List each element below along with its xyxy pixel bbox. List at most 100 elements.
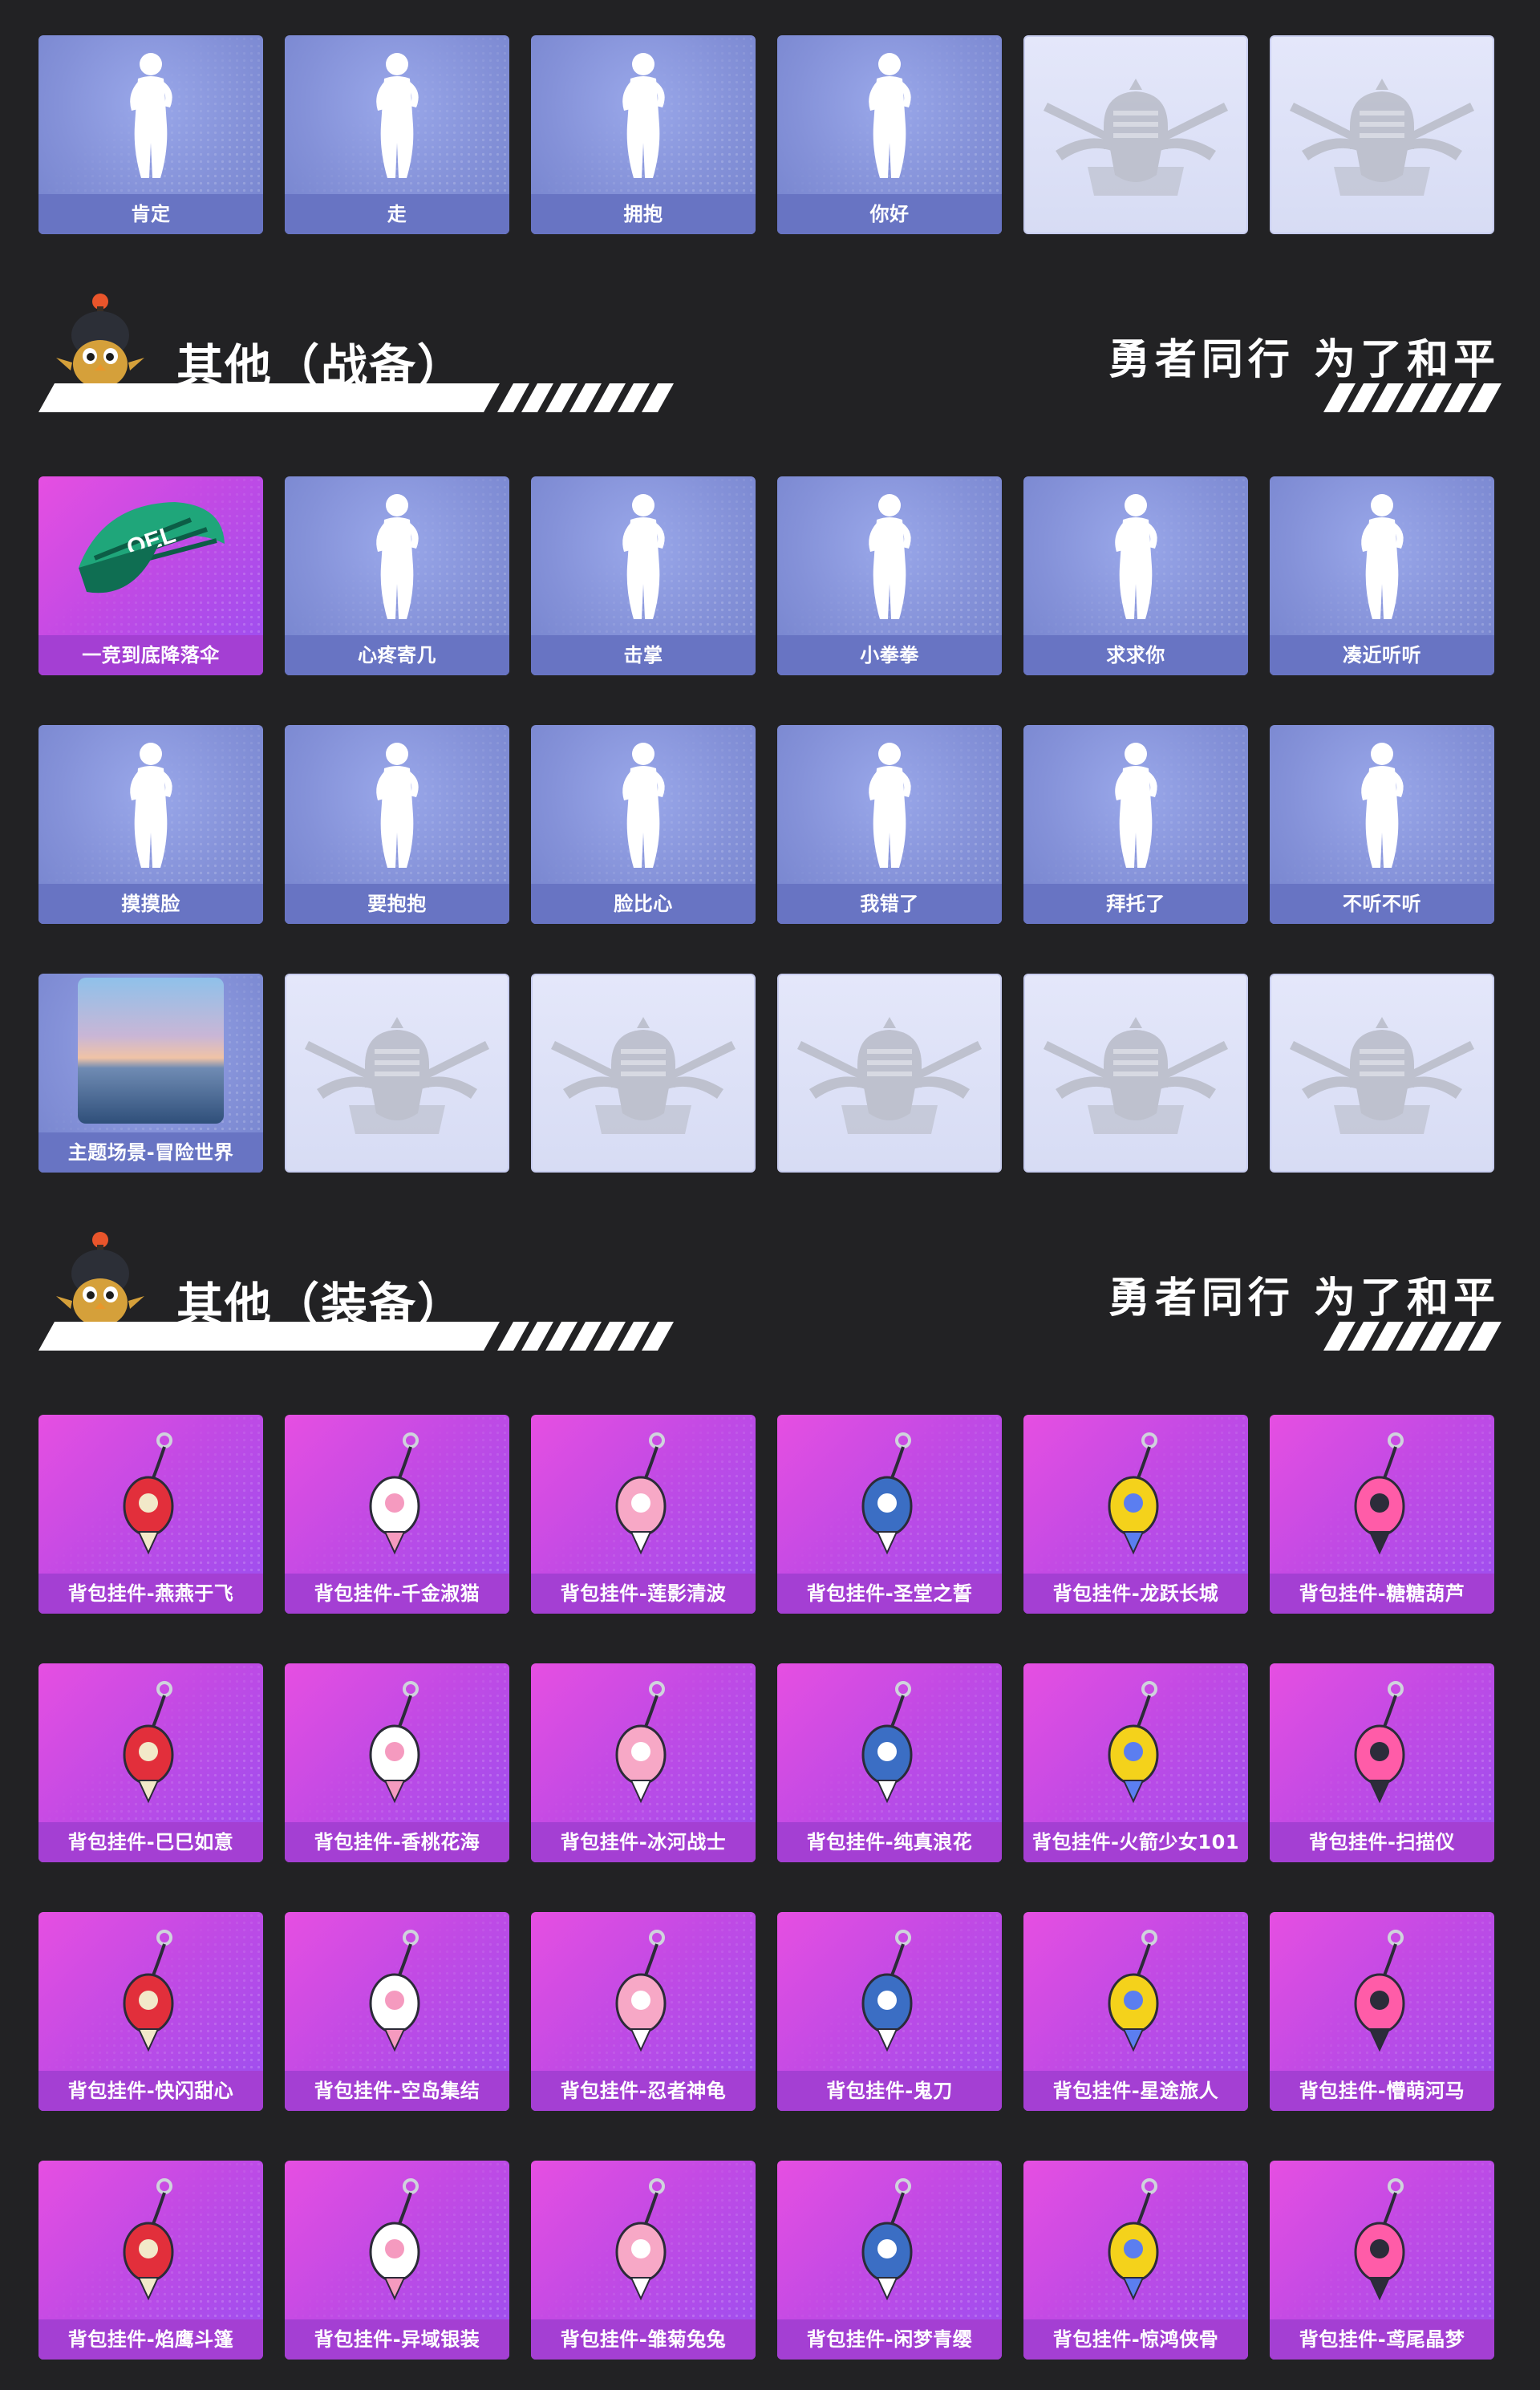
locked-item-card[interactable]	[777, 974, 1002, 1173]
item-label: 背包挂件-鬼刀	[777, 2071, 1002, 2111]
item-label: 背包挂件-惊鸿侠骨	[1023, 2319, 1248, 2360]
pendant-dragon-icon	[1023, 1415, 1248, 1574]
pendant-lotus-icon	[531, 1415, 756, 1574]
emote-sorry-icon	[777, 725, 1002, 884]
item-card[interactable]: 背包挂件-香桃花海	[285, 1663, 509, 1862]
locked-item-card[interactable]	[285, 974, 509, 1173]
item-label: 求求你	[1023, 635, 1248, 675]
item-card[interactable]: 拜托了	[1023, 725, 1248, 924]
item-label: 背包挂件-糖糖葫芦	[1270, 1574, 1494, 1614]
emote-go-pointing-icon	[285, 35, 509, 194]
item-card[interactable]: 背包挂件-异域银装	[285, 2161, 509, 2360]
locked-item-card[interactable]	[1270, 974, 1494, 1173]
item-card[interactable]: 脸比心	[531, 725, 756, 924]
item-label: 背包挂件-忍者神龟	[531, 2071, 756, 2111]
item-label: 背包挂件-巳巳如意	[38, 1822, 263, 1862]
locked-item-card[interactable]	[1023, 35, 1248, 234]
item-label: 背包挂件-闲梦青缨	[777, 2319, 1002, 2360]
pendant-lantern-icon	[1270, 2161, 1494, 2319]
item-card[interactable]: 主题场景-冒险世界	[38, 974, 263, 1173]
item-label: 摸摸脸	[38, 884, 263, 924]
pendant-shuriken-icon	[531, 1912, 756, 2071]
locked-item-card[interactable]	[1023, 974, 1248, 1173]
item-label: 小拳拳	[777, 635, 1002, 675]
item-card[interactable]: 小拳拳	[777, 476, 1002, 675]
locked-emblem-icon	[1025, 37, 1246, 233]
pendant-knot-icon	[38, 2161, 263, 2319]
item-card[interactable]: 背包挂件-千金淑猫	[285, 1415, 509, 1614]
item-label: 你好	[777, 194, 1002, 234]
item-card[interactable]: 背包挂件-闲梦青缨	[777, 2161, 1002, 2360]
item-card[interactable]: 背包挂件-火箭少女101	[1023, 1663, 1248, 1862]
emote-listen-icon	[1270, 476, 1494, 635]
item-card[interactable]: 背包挂件-惊鸿侠骨	[1023, 2161, 1248, 2360]
item-card[interactable]: 背包挂件-龙跃长城	[1023, 1415, 1248, 1614]
pendant-ring-tassel-icon	[1023, 2161, 1248, 2319]
emote-little-fist-icon	[777, 476, 1002, 635]
item-label: 背包挂件-星途旅人	[1023, 2071, 1248, 2111]
item-card[interactable]: 你好	[777, 35, 1002, 234]
item-card[interactable]: 背包挂件-巳巳如意	[38, 1663, 263, 1862]
item-card[interactable]: 我错了	[777, 725, 1002, 924]
item-card[interactable]: 求求你	[1023, 476, 1248, 675]
item-card[interactable]: 背包挂件-冰河战士	[531, 1663, 756, 1862]
item-card[interactable]: 走	[285, 35, 509, 234]
battle-gear-row-1: QEL 一竞到底降落伞 心疼寄几 击掌 小拳拳 求求你 凑近听听	[38, 476, 1494, 675]
equipment-row-2: 背包挂件-巳巳如意 背包挂件-香桃花海 背包挂件-冰河战士 背包挂件-纯真浪花 背包挂件…	[38, 1663, 1494, 1862]
emote-grid-top: 肯定走拥抱 你好	[38, 35, 1494, 234]
item-card[interactable]: 背包挂件-扫描仪	[1270, 1663, 1494, 1862]
locked-item-card[interactable]	[1270, 35, 1494, 234]
locked-emblem-icon	[1271, 975, 1493, 1171]
pendant-peach-blossom-icon	[285, 1663, 509, 1822]
emote-beg-icon	[1023, 725, 1248, 884]
item-card[interactable]: 摸摸脸	[38, 725, 263, 924]
item-card[interactable]: 击掌	[531, 476, 756, 675]
locked-item-card[interactable]	[531, 974, 756, 1173]
item-card[interactable]: 心疼寄几	[285, 476, 509, 675]
item-card[interactable]: 背包挂件-雏菊兔兔	[531, 2161, 756, 2360]
pendant-crystal-icon	[777, 1415, 1002, 1574]
pendant-rocket-icon	[1023, 1663, 1248, 1822]
item-card[interactable]: 背包挂件-快闪甜心	[38, 1912, 263, 2111]
item-card[interactable]: 背包挂件-空岛集结	[285, 1912, 509, 2111]
pendant-pistol-icon	[285, 1912, 509, 2071]
item-card[interactable]: 背包挂件-纯真浪花	[777, 1663, 1002, 1862]
item-label: 走	[285, 194, 509, 234]
item-card[interactable]: 不听不听	[1270, 725, 1494, 924]
item-card[interactable]: 背包挂件-焰鹰斗篷	[38, 2161, 263, 2360]
item-label: 背包挂件-异域银装	[285, 2319, 509, 2360]
locked-emblem-icon	[1271, 37, 1493, 233]
item-card[interactable]: 凑近听听	[1270, 476, 1494, 675]
item-card[interactable]: 背包挂件-燕燕于飞	[38, 1415, 263, 1614]
item-label: 背包挂件-冰河战士	[531, 1822, 756, 1862]
item-card[interactable]: 背包挂件-星途旅人	[1023, 1912, 1248, 2111]
pendant-donut-icon	[38, 1912, 263, 2071]
emote-not-listening-icon	[1270, 725, 1494, 884]
item-card[interactable]: 背包挂件-鬼刀	[777, 1912, 1002, 2111]
item-label: 击掌	[531, 635, 756, 675]
emote-want-hug-icon	[285, 725, 509, 884]
pendant-snake-icon	[38, 1663, 263, 1822]
section-header-equipment: 其他（装备） 勇者同行 为了和平	[38, 1229, 1502, 1351]
item-card[interactable]: 背包挂件-忍者神龟	[531, 1912, 756, 2111]
emote-please-icon	[1023, 476, 1248, 635]
item-card[interactable]: 背包挂件-糖糖葫芦	[1270, 1415, 1494, 1614]
item-card[interactable]: 要抱抱	[285, 725, 509, 924]
item-card[interactable]: 背包挂件-莲影清波	[531, 1415, 756, 1614]
item-label: 背包挂件-莲影清波	[531, 1574, 756, 1614]
pendant-wings-icon	[285, 2161, 509, 2319]
item-card[interactable]: QEL 一竞到底降落伞	[38, 476, 263, 675]
theme-scene-image	[38, 974, 263, 1132]
pendant-ice-warrior-icon	[531, 1663, 756, 1822]
emote-hello-wave-icon	[777, 35, 1002, 194]
item-card[interactable]: 背包挂件-懵萌河马	[1270, 1912, 1494, 2111]
locked-emblem-icon	[533, 975, 754, 1171]
item-card[interactable]: 背包挂件-鸢尾晶梦	[1270, 2161, 1494, 2360]
item-label: 背包挂件-鸢尾晶梦	[1270, 2319, 1494, 2360]
pendant-gourd-icon	[1270, 1415, 1494, 1574]
item-card[interactable]: 拥抱	[531, 35, 756, 234]
item-card[interactable]: 背包挂件-圣堂之誓	[777, 1415, 1002, 1614]
item-card[interactable]: 肯定	[38, 35, 263, 234]
emote-affirm-icon	[38, 35, 263, 194]
item-label: 背包挂件-龙跃长城	[1023, 1574, 1248, 1614]
